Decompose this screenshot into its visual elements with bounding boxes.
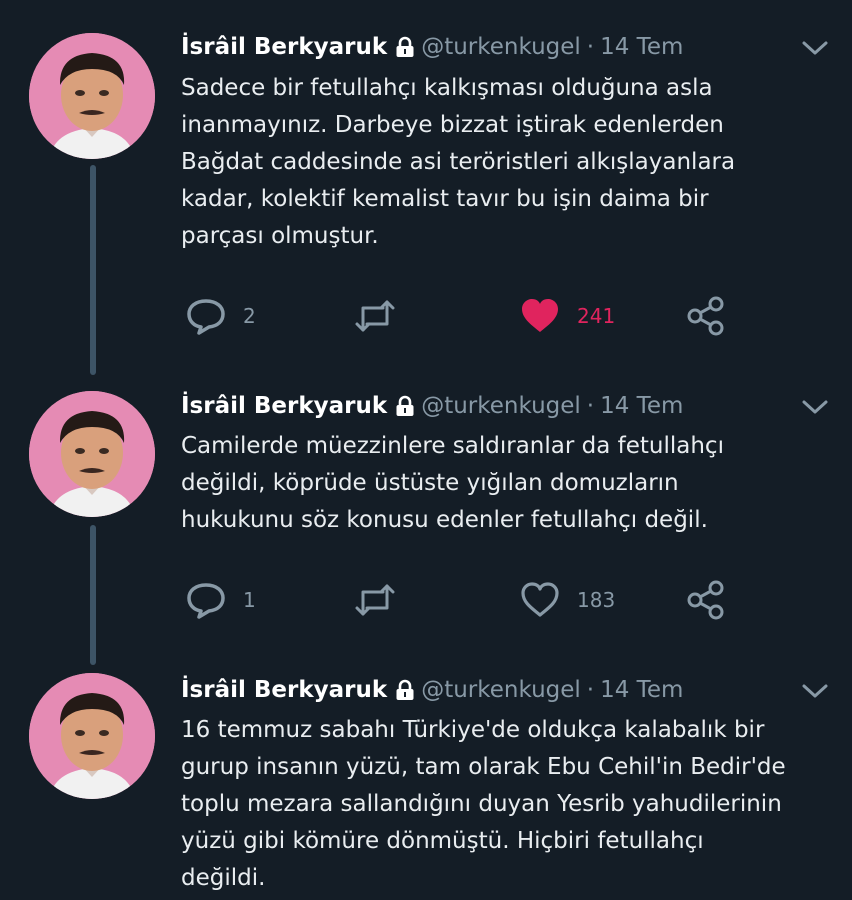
tweet-text: Sadece bir fetullahçı kalkışması olduğun… xyxy=(181,75,736,249)
chevron-down-icon[interactable] xyxy=(800,681,830,701)
avatar[interactable] xyxy=(29,33,155,159)
chevron-down-icon[interactable] xyxy=(800,38,830,58)
author-handle[interactable]: @turkenkugel xyxy=(421,34,581,60)
author-name[interactable]: İsrâil Berkyaruk xyxy=(181,34,387,60)
reply-button[interactable]: 2 xyxy=(185,294,256,338)
thread-line xyxy=(90,525,96,665)
avatar-image xyxy=(29,673,155,799)
tweet-actions: 1 183 xyxy=(181,578,741,622)
lock-icon xyxy=(395,36,415,58)
heart-icon xyxy=(522,299,558,332)
retweet-button[interactable] xyxy=(353,578,413,622)
tweet[interactable]: İsrâil Berkyaruk @turkenkugel · 14 Tem S… xyxy=(0,0,852,380)
author-name[interactable]: İsrâil Berkyaruk xyxy=(181,393,387,419)
tweet-header: İsrâil Berkyaruk @turkenkugel · 14 Tem xyxy=(181,389,683,423)
like-button[interactable]: 241 xyxy=(519,294,615,338)
like-count: 241 xyxy=(577,304,616,328)
share-button[interactable] xyxy=(685,294,727,338)
retweet-button[interactable] xyxy=(353,294,413,338)
retweet-icon xyxy=(355,584,395,616)
avatar-image xyxy=(29,391,155,517)
reply-count: 2 xyxy=(243,304,256,328)
share-icon xyxy=(687,580,724,620)
author-handle[interactable]: @turkenkugel xyxy=(421,393,581,419)
tweet-header: İsrâil Berkyaruk @turkenkugel · 14 Tem xyxy=(181,673,683,707)
retweet-icon xyxy=(355,300,395,332)
tweet-date[interactable]: 14 Tem xyxy=(600,393,683,419)
heart-icon xyxy=(521,582,559,617)
tweet-header: İsrâil Berkyaruk @turkenkugel · 14 Tem xyxy=(181,30,683,64)
lock-icon xyxy=(395,679,415,701)
separator-dot: · xyxy=(586,34,595,60)
separator-dot: · xyxy=(586,393,595,419)
tweet-text: 16 temmuz sabahı Türkiye'de oldukça kala… xyxy=(181,717,786,891)
reply-button[interactable]: 1 xyxy=(185,578,256,622)
chevron-down-icon[interactable] xyxy=(800,397,830,417)
author-name[interactable]: İsrâil Berkyaruk xyxy=(181,677,387,703)
like-count: 183 xyxy=(577,588,616,612)
tweet-date[interactable]: 14 Tem xyxy=(600,677,683,703)
separator-dot: · xyxy=(586,677,595,703)
like-button[interactable]: 183 xyxy=(519,578,615,622)
lock-icon xyxy=(395,395,415,417)
avatar[interactable] xyxy=(29,391,155,517)
reply-icon xyxy=(187,299,225,335)
tweet-actions: 2 241 xyxy=(181,294,741,338)
reply-icon xyxy=(187,583,225,619)
reply-count: 1 xyxy=(243,588,256,612)
tweet-date[interactable]: 14 Tem xyxy=(600,34,683,60)
avatar[interactable] xyxy=(29,673,155,799)
avatar-image xyxy=(29,33,155,159)
share-button[interactable] xyxy=(685,578,727,622)
share-icon xyxy=(687,296,724,336)
author-handle[interactable]: @turkenkugel xyxy=(421,677,581,703)
tweet-text: Camilerde müezzinlere saldıranlar da fet… xyxy=(181,433,724,533)
